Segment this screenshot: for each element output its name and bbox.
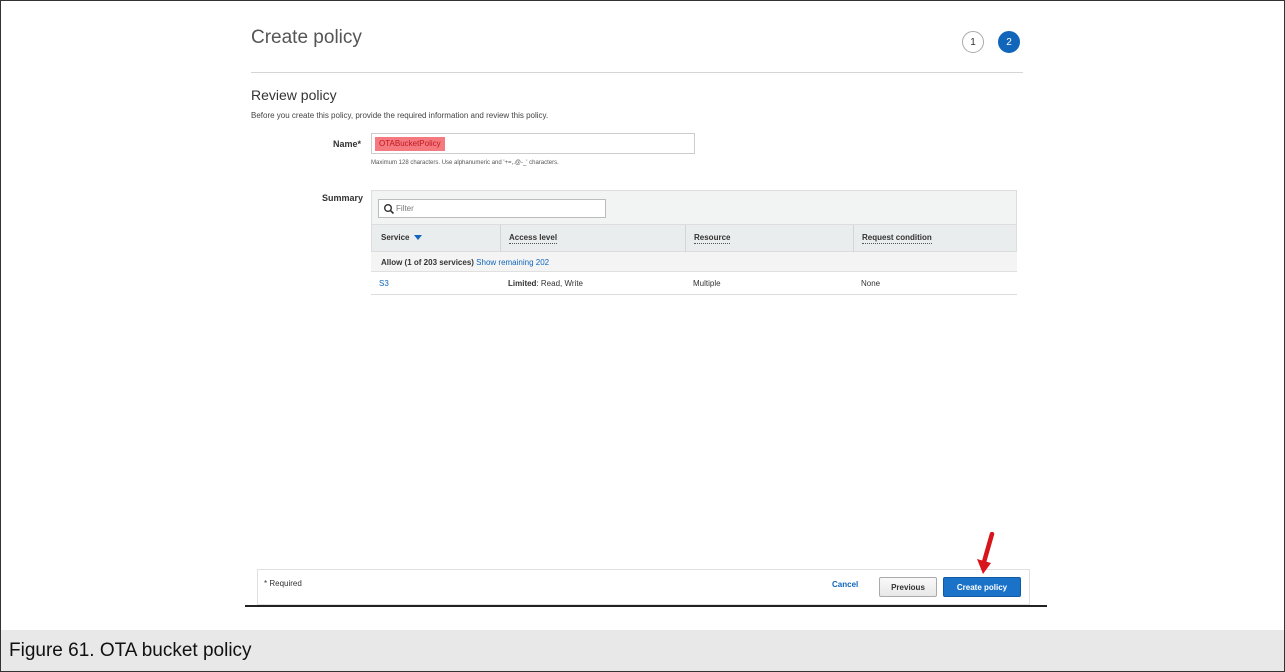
figure-caption: Figure 61. OTA bucket policy xyxy=(9,640,252,661)
group-label: Allow (1 of 203 services) xyxy=(381,258,474,267)
sort-caret-icon xyxy=(414,235,423,241)
service-link-s3[interactable]: S3 xyxy=(379,279,389,288)
section-description: Before you create this policy, provide t… xyxy=(251,111,549,120)
name-value-highlighted: OTABucketPolicy xyxy=(375,137,445,151)
step-indicator-2-active[interactable]: 2 xyxy=(998,31,1020,53)
name-hint: Maximum 128 characters. Use alphanumeric… xyxy=(371,160,559,166)
access-level-detail: : Read, Write xyxy=(536,279,583,288)
column-separator xyxy=(853,225,854,252)
request-condition-cell: None xyxy=(861,279,881,288)
title-divider xyxy=(251,72,1023,73)
create-policy-button[interactable]: Create policy xyxy=(943,577,1021,597)
table-header: Service Access level Resource Request co… xyxy=(371,224,1017,252)
step-indicator-1[interactable]: 1 xyxy=(962,31,984,53)
table-row: S3 Limited: Read, Write Multiple None xyxy=(371,272,1017,295)
column-separator xyxy=(685,225,686,252)
footer-bar: * Required Cancel Previous Create policy xyxy=(257,569,1030,605)
section-title: Review policy xyxy=(251,87,337,103)
name-input[interactable]: OTABucketPolicy xyxy=(371,133,695,154)
column-header-service[interactable]: Service xyxy=(381,233,423,242)
summary-table: Filter Service Access level Resource Req… xyxy=(371,190,1017,296)
required-note: * Required xyxy=(264,579,302,588)
filter-bar: Filter xyxy=(371,190,1017,224)
column-header-access-level[interactable]: Access level xyxy=(509,233,558,244)
name-label: Name* xyxy=(332,139,361,149)
show-remaining-link[interactable]: Show remaining 202 xyxy=(476,258,549,267)
summary-label: Summary xyxy=(321,193,363,203)
group-row: Allow (1 of 203 services) Show remaining… xyxy=(371,252,1017,272)
column-header-request-condition[interactable]: Request condition xyxy=(862,233,932,244)
previous-button[interactable]: Previous xyxy=(879,577,937,597)
page-title: Create policy xyxy=(251,27,362,48)
access-level-cell: Limited: Read, Write xyxy=(508,279,583,288)
filter-placeholder: Filter xyxy=(396,204,414,213)
figure-caption-bar: Figure 61. OTA bucket policy xyxy=(0,630,1285,672)
column-header-resource[interactable]: Resource xyxy=(694,233,731,244)
group-text: Allow (1 of 203 services) Show remaining… xyxy=(381,258,549,267)
column-separator xyxy=(500,225,501,252)
filter-input[interactable]: Filter xyxy=(378,199,606,218)
footer-underline xyxy=(245,605,1047,607)
access-level-bold: Limited xyxy=(508,279,537,288)
column-header-service-label: Service xyxy=(381,233,410,242)
search-icon xyxy=(384,204,395,215)
red-arrow-icon xyxy=(977,532,995,574)
cancel-button[interactable]: Cancel xyxy=(832,580,858,589)
screenshot-frame: Create policy 1 2 Review policy Before y… xyxy=(0,0,1285,630)
resource-cell: Multiple xyxy=(693,279,721,288)
